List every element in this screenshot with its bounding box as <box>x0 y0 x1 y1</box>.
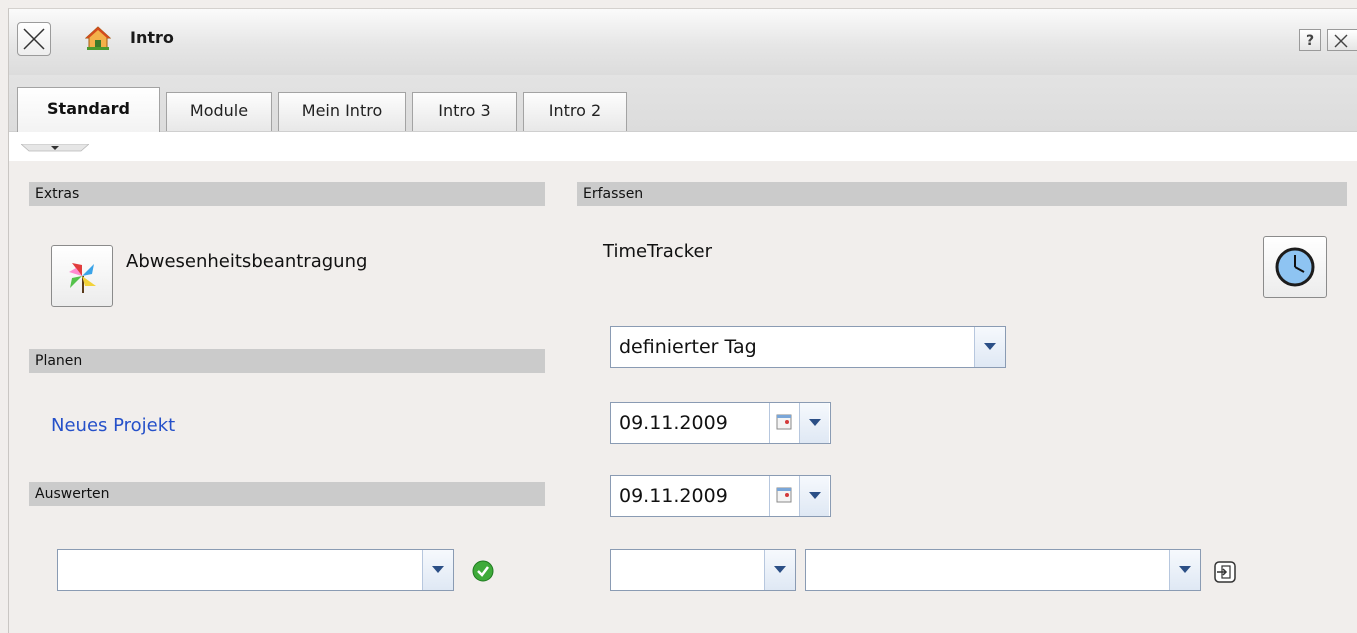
section-header-auswerten: Auswerten <box>29 482 545 506</box>
chevron-down-icon[interactable] <box>799 403 829 443</box>
date-from-value: 09.11.2009 <box>619 412 728 434</box>
calendar-icon[interactable] <box>769 403 799 443</box>
chevron-down-icon[interactable] <box>422 550 453 590</box>
date-to-value: 09.11.2009 <box>619 485 728 507</box>
close-window-button[interactable] <box>1327 29 1357 51</box>
project-select[interactable] <box>610 549 796 591</box>
tab-intro-2[interactable]: Intro 2 <box>523 92 627 131</box>
absence-request-button[interactable] <box>51 245 113 307</box>
intro-window: Intro ? Standard Module Mein Intro Intro… <box>8 8 1357 633</box>
chevron-down-icon[interactable] <box>1169 550 1200 590</box>
timetracker-label: TimeTracker <box>603 241 712 262</box>
chevron-down-icon[interactable] <box>799 476 829 516</box>
tab-module[interactable]: Module <box>166 92 272 131</box>
close-icon <box>23 28 45 50</box>
title-bar: Intro ? <box>9 9 1357 75</box>
new-project-link[interactable]: Neues Projekt <box>51 415 175 436</box>
tab-mein-intro[interactable]: Mein Intro <box>278 92 406 131</box>
period-mode-select[interactable]: definierter Tag <box>610 326 1006 368</box>
chevron-down-icon[interactable] <box>974 327 1005 367</box>
date-from-field[interactable]: 09.11.2009 <box>610 402 831 444</box>
home-icon[interactable] <box>85 25 111 51</box>
calendar-icon[interactable] <box>769 476 799 516</box>
submit-entry-icon[interactable] <box>1213 560 1237 584</box>
evaluation-select[interactable] <box>57 549 454 591</box>
section-header-extras: Extras <box>29 182 545 206</box>
collapse-toggle-icon[interactable] <box>21 144 89 152</box>
chevron-down-icon[interactable] <box>764 550 795 590</box>
absence-request-label[interactable]: Abwesenheitsbeantragung <box>126 251 367 272</box>
clock-icon <box>1275 247 1315 287</box>
window-title: Intro <box>130 28 174 47</box>
tab-standard[interactable]: Standard <box>17 87 160 132</box>
tab-bar: Standard Module Mein Intro Intro 3 Intro… <box>9 75 1357 132</box>
tab-intro-3[interactable]: Intro 3 <box>412 92 517 131</box>
confirm-check-icon[interactable] <box>472 560 494 582</box>
section-header-erfassen: Erfassen <box>577 182 1347 206</box>
pinwheel-icon <box>69 263 96 293</box>
activity-select[interactable] <box>805 549 1201 591</box>
section-header-planen: Planen <box>29 349 545 373</box>
timetracker-button[interactable] <box>1263 236 1327 298</box>
help-button[interactable]: ? <box>1299 29 1321 51</box>
date-to-field[interactable]: 09.11.2009 <box>610 475 831 517</box>
close-portlet-button[interactable] <box>17 22 51 56</box>
period-mode-value: definierter Tag <box>619 336 757 358</box>
collapse-row <box>9 132 1357 161</box>
close-icon <box>1334 34 1348 48</box>
